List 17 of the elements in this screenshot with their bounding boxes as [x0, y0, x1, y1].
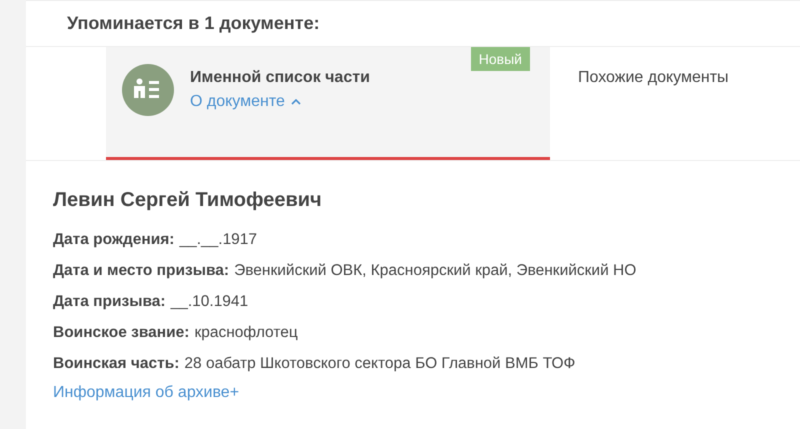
document-title: Именной список части [190, 69, 370, 87]
person-name: Левин Сергей Тимофеевич [53, 189, 323, 212]
field-value: __.__.1917 [179, 230, 258, 248]
document-tab[interactable]: Именной список части О документе Новый [106, 47, 550, 160]
document-list-icon [122, 64, 174, 116]
field-value: 28 оабатр Шкотовского сектора БО Главной ВМБ ТОФ [184, 354, 576, 372]
field-value: краснофлотец [194, 324, 298, 342]
field-label: Дата и место призыва: [53, 262, 230, 280]
field-label: Воинская часть: [53, 354, 180, 372]
field-label: Дата призыва: [53, 292, 166, 310]
section-heading: Упоминается в 1 документе: [67, 13, 320, 34]
new-badge: Новый [470, 47, 530, 71]
field-value: Эвенкийский ОВК, Красноярский край, Эвенкийский НО [234, 262, 636, 280]
field-label: Воинское звание: [53, 324, 190, 342]
field-label: Дата рождения: [53, 230, 174, 248]
similar-documents-tab[interactable]: Похожие документы [550, 47, 770, 160]
field-value: __.10.1941 [170, 292, 248, 310]
